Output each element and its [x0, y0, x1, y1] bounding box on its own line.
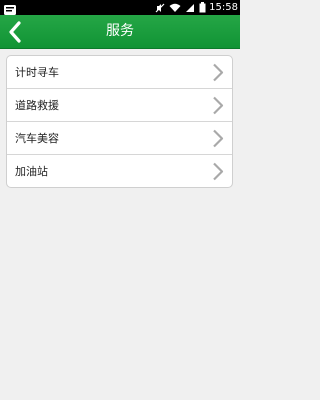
menu-item-timed-car-finder[interactable]: 计时寻车 — [7, 56, 232, 89]
menu-item-car-beauty[interactable]: 汽车美容 — [7, 122, 232, 155]
battery-icon — [199, 2, 206, 13]
chevron-right-icon — [213, 96, 224, 115]
status-time: 15:58 — [209, 2, 238, 13]
menu-item-label: 计时寻车 — [15, 66, 59, 79]
service-menu: 计时寻车 道路救援 汽车美容 加油站 — [6, 55, 233, 188]
chevron-right-icon — [213, 162, 224, 181]
mute-icon — [155, 3, 165, 12]
status-icons: 15:58 — [151, 0, 238, 15]
menu-item-gas-station[interactable]: 加油站 — [7, 155, 232, 187]
notification-icon — [3, 1, 17, 15]
app-header: 服务 — [0, 15, 240, 49]
menu-item-label: 汽车美容 — [15, 132, 59, 145]
chevron-right-icon — [213, 63, 224, 82]
status-bar: 15:58 — [0, 0, 240, 15]
menu-item-road-rescue[interactable]: 道路救援 — [7, 89, 232, 122]
page-title: 服务 — [106, 23, 134, 39]
chevron-right-icon — [213, 129, 224, 148]
menu-item-label: 加油站 — [15, 165, 48, 178]
signal-icon — [186, 3, 195, 12]
wifi-icon — [169, 3, 181, 12]
menu-item-label: 道路救援 — [15, 99, 59, 112]
